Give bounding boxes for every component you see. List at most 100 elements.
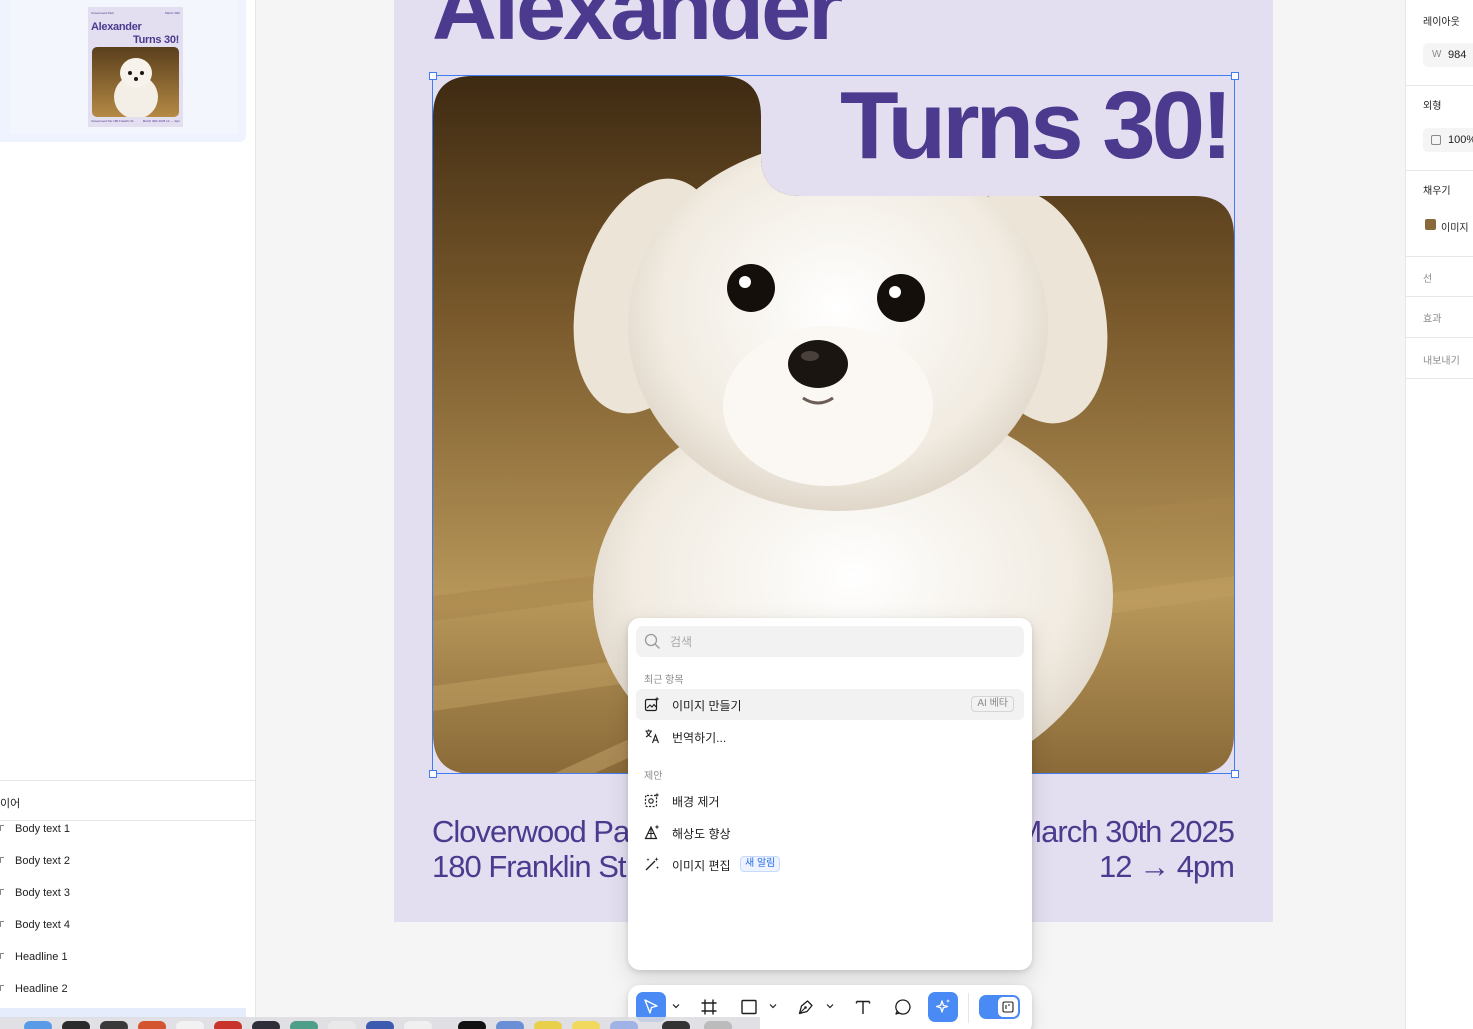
- dock-app-icon[interactable]: [252, 1021, 280, 1029]
- menu-item-label: 이미지 만들기: [672, 699, 742, 713]
- menu-item-create-image[interactable]: 이미지 만들기 AI 베타: [636, 689, 1024, 720]
- dock-app-icon[interactable]: [328, 1021, 356, 1029]
- magic-wand-icon: [645, 857, 660, 871]
- chevron-down-icon[interactable]: [769, 1002, 777, 1010]
- fill-value: 이미지: [1441, 223, 1469, 234]
- menu-item-label: 번역하기...: [672, 731, 727, 745]
- search-box[interactable]: [636, 626, 1024, 657]
- menu-item-edit-image[interactable]: 이미지 편집 새 알림: [636, 849, 1024, 880]
- fill-section: 채우기 이미지: [1406, 171, 1473, 257]
- body-text-3[interactable]: March 30th 2025: [1016, 814, 1235, 850]
- thumb-photo: [92, 47, 179, 117]
- layer-label: Headline 1: [15, 951, 68, 963]
- dock-app-icon[interactable]: [366, 1021, 394, 1029]
- opacity-icon: [1431, 135, 1441, 145]
- layer-indent-line: [0, 921, 4, 927]
- chevron-down-icon[interactable]: [826, 1002, 834, 1010]
- pen-icon: [798, 1000, 813, 1015]
- layer-item[interactable]: Headline 1: [0, 949, 255, 981]
- text-tool-button[interactable]: [848, 992, 878, 1022]
- layers-header[interactable]: 이어: [0, 780, 255, 821]
- dock-app-icon[interactable]: [662, 1021, 690, 1029]
- search-icon: [644, 633, 660, 649]
- layer-indent-line: [0, 953, 4, 959]
- opacity-field[interactable]: 100%: [1423, 128, 1473, 152]
- dock-app-icon[interactable]: [62, 1021, 90, 1029]
- remove-background-icon: [644, 792, 660, 808]
- dock-app-icon[interactable]: [610, 1021, 638, 1029]
- dock-app-icon[interactable]: [138, 1021, 166, 1029]
- headline-1[interactable]: Alexander: [432, 0, 843, 54]
- layer-label: Body text 1: [15, 823, 71, 835]
- os-dock: [0, 1017, 760, 1029]
- chevron-down-icon[interactable]: [672, 1002, 680, 1010]
- layer-item[interactable]: Body text 3: [0, 885, 255, 917]
- image-fill-swatch[interactable]: [1425, 219, 1436, 230]
- recent-section-title: 최근 항목: [644, 675, 684, 686]
- search-input[interactable]: [670, 632, 1010, 651]
- layer-label: Body text 3: [15, 887, 71, 899]
- thumb-small-text-right: March 30th: [164, 11, 180, 15]
- dock-app-icon[interactable]: [24, 1021, 52, 1029]
- body-text-4[interactable]: 12 → 4pm: [1099, 849, 1235, 885]
- dock-app-icon[interactable]: [404, 1021, 432, 1029]
- pen-tool-button[interactable]: [791, 992, 821, 1022]
- resize-handle-top-left[interactable]: [429, 72, 437, 80]
- menu-item-upscale[interactable]: 해상도 향상: [636, 817, 1024, 848]
- dock-app-icon[interactable]: [290, 1021, 318, 1029]
- dock-app-icon[interactable]: [458, 1021, 486, 1029]
- layers-title: 이어: [0, 798, 21, 810]
- page-thumbnail[interactable]: Cloverwood Park March 30th Alexander Tur…: [88, 7, 183, 127]
- thumb-footer-right: March 30th 2025 12 → 4pm: [142, 119, 180, 123]
- effects-section[interactable]: 효과: [1406, 297, 1473, 338]
- page-thumbnail-card[interactable]: Cloverwood Park March 30th Alexander Tur…: [10, 0, 238, 134]
- width-value: 984: [1448, 49, 1467, 61]
- layer-item[interactable]: Body text 2: [0, 853, 255, 885]
- menu-item-label: 해상도 향상: [672, 827, 731, 841]
- export-title: 내보내기: [1423, 356, 1460, 367]
- dock-app-icon[interactable]: [176, 1021, 204, 1029]
- layer-item[interactable]: Body text 4: [0, 917, 255, 949]
- layer-item[interactable]: Body text 1: [0, 821, 255, 853]
- dev-mode-toggle[interactable]: [979, 995, 1020, 1019]
- body-text-1[interactable]: Cloverwood Par: [432, 814, 640, 850]
- left-panel: Cloverwood Park March 30th Alexander Tur…: [0, 0, 256, 1029]
- dock-app-icon[interactable]: [214, 1021, 242, 1029]
- image-sparkle-icon: [644, 696, 660, 712]
- toggle-knob: [998, 997, 1018, 1017]
- fill-field[interactable]: 이미지: [1423, 213, 1473, 237]
- upscale-icon: [644, 824, 660, 840]
- stroke-title: 선: [1423, 274, 1433, 285]
- pointer-icon: [644, 999, 658, 1014]
- stroke-section[interactable]: 선: [1406, 257, 1473, 297]
- page-thumbnail-container[interactable]: Cloverwood Park March 30th Alexander Tur…: [0, 0, 246, 142]
- thumb-footer-left: Cloverwood Par 180 Franklin St.: [91, 119, 135, 123]
- right-panel: 레이아웃 W 984 외형 100% 채우기 이미지 선 효과 내보내기: [1405, 0, 1473, 1029]
- headline-2[interactable]: Turns 30!: [840, 78, 1233, 174]
- layer-label: Body text 4: [15, 919, 71, 931]
- appearance-title: 외형: [1423, 101, 1442, 112]
- width-key: W: [1432, 49, 1442, 60]
- dock-app-icon[interactable]: [534, 1021, 562, 1029]
- menu-item-translate[interactable]: 번역하기...: [636, 721, 1024, 752]
- export-section[interactable]: 내보내기: [1406, 338, 1473, 379]
- actions-tool-button[interactable]: [928, 992, 958, 1022]
- layer-label: Headline 2: [15, 983, 68, 995]
- dock-app-icon[interactable]: [496, 1021, 524, 1029]
- dock-app-icon[interactable]: [704, 1021, 732, 1029]
- menu-item-label: 이미지 편집: [672, 859, 731, 873]
- resize-handle-top-right[interactable]: [1231, 72, 1239, 80]
- dock-app-icon[interactable]: [572, 1021, 600, 1029]
- suggestions-section-title: 제안: [644, 771, 663, 782]
- new-badge: 새 알림: [740, 856, 781, 872]
- effects-title: 효과: [1423, 314, 1442, 325]
- body-text-2[interactable]: 180 Franklin St.: [432, 849, 634, 885]
- layer-indent-line: [0, 825, 4, 831]
- resize-handle-bottom-right[interactable]: [1231, 770, 1239, 778]
- comment-tool-button[interactable]: [888, 992, 918, 1022]
- actions-menu: 최근 항목 이미지 만들기 AI 베타 번역하기... 제안 배경 제거: [628, 618, 1032, 970]
- resize-handle-bottom-left[interactable]: [429, 770, 437, 778]
- menu-item-remove-background[interactable]: 배경 제거: [636, 785, 1024, 816]
- width-field[interactable]: W 984: [1423, 43, 1473, 67]
- dock-app-icon[interactable]: [100, 1021, 128, 1029]
